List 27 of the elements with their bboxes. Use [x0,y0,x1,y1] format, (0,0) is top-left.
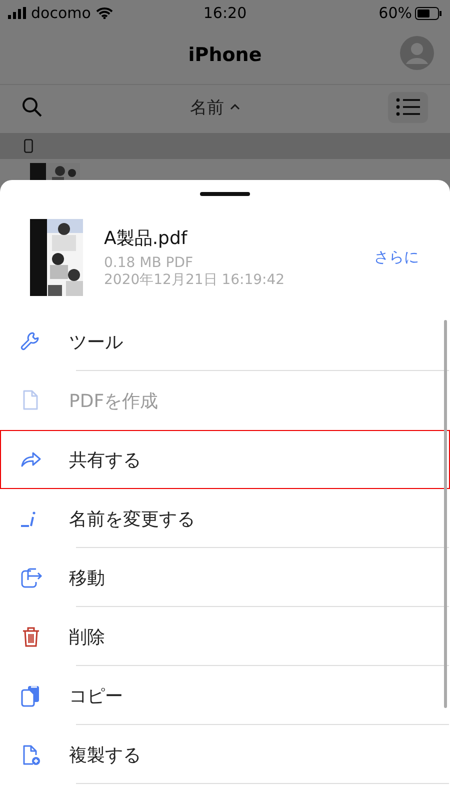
menu-item[interactable]: コピー [0,666,450,725]
scrollbar[interactable] [444,320,447,708]
menu-item[interactable]: 削除 [0,607,450,666]
search-icon[interactable] [22,97,42,117]
file-date: 2020年12月21日 16:19:42 [104,272,286,288]
sort-label[interactable]: 名前 [190,96,224,118]
menu-item[interactable]: 名前を変更する [0,489,450,548]
status-time: 16:20 [203,4,247,22]
screen-title: iPhone [188,44,262,66]
menu-item[interactable]: 移動 [0,548,450,607]
wifi-icon [96,7,113,19]
menu-item[interactable]: 複製する [0,725,450,784]
menu-item[interactable]: 共有する [0,430,450,489]
phone-icon [24,139,33,153]
file-name: A製品.pdf [104,226,188,250]
menu-item[interactable]: ツール [0,312,450,371]
battery-percent: 60% [378,4,412,22]
signal-icon [8,7,26,19]
drag-handle[interactable] [200,192,250,196]
file-size: 0.18 MB PDF [104,254,194,272]
carrier-name: docomo [31,4,91,22]
chevron-up-icon[interactable] [230,104,240,110]
list-icon [396,98,420,116]
list-view-button[interactable] [388,92,428,122]
more-link[interactable]: さらに [374,248,419,266]
battery-icon [415,6,442,20]
move-icon [19,566,43,590]
